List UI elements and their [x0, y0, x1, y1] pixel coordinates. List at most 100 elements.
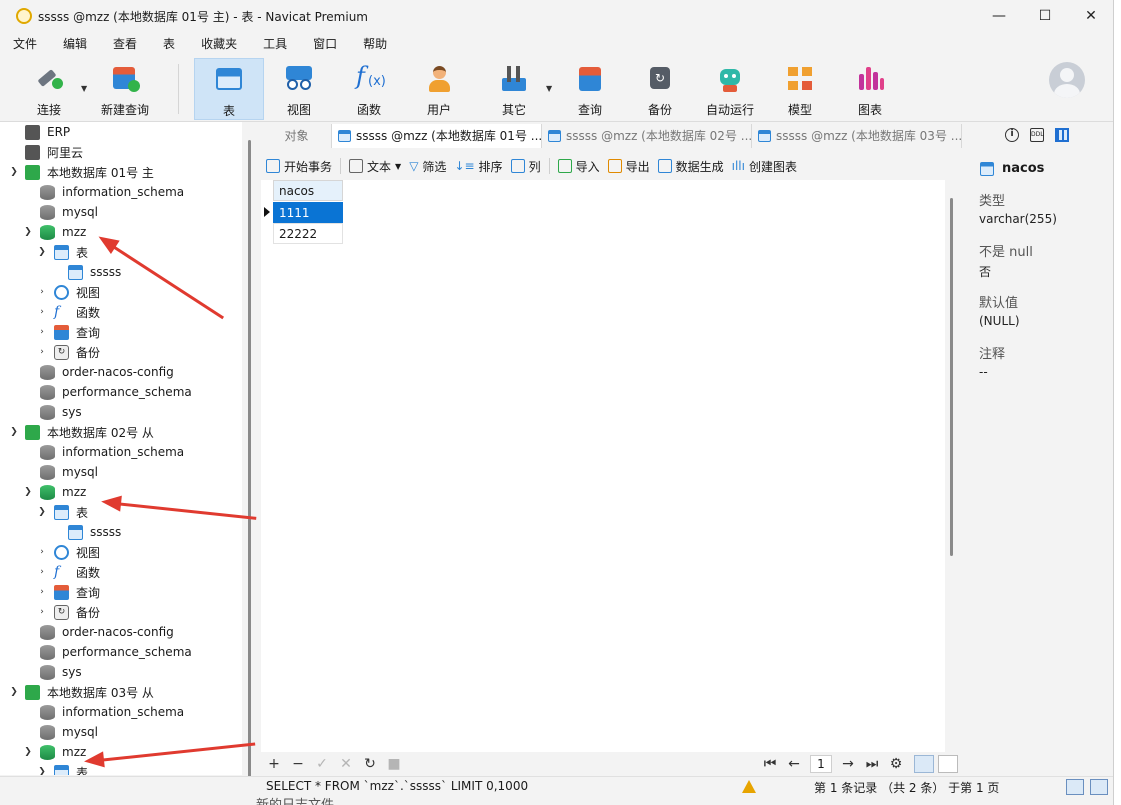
menu-edit[interactable]: 编辑	[50, 34, 100, 54]
columns-button[interactable]: 列	[507, 154, 545, 178]
data-generation-button[interactable]: 数据生成	[654, 154, 728, 178]
tree-item-performance-schema[interactable]: performance_schema	[0, 642, 242, 662]
next-page-button[interactable]: →	[836, 756, 860, 772]
refresh-button[interactable]: ↻	[358, 756, 382, 772]
chevron-down-icon[interactable]: ❯	[23, 227, 33, 237]
menu-tools[interactable]: 工具	[250, 34, 300, 54]
tree-item-table-sssss[interactable]: sssss	[0, 262, 242, 282]
tree-item-connection-03[interactable]: ❯ 本地数据库 03号 从	[0, 682, 242, 702]
last-page-button[interactable]: ⏭	[860, 756, 884, 772]
tab-sssss-02[interactable]: sssss @mzz (本地数据库 02号 ...	[542, 124, 752, 148]
apply-changes-button[interactable]: ✓	[310, 756, 334, 772]
tree-item-mysql[interactable]: mysql	[0, 462, 242, 482]
tree-item-information-schema[interactable]: information_schema	[0, 442, 242, 462]
automation-button[interactable]: 自动运行	[695, 58, 765, 120]
menu-table[interactable]: 表	[150, 34, 188, 54]
chevron-down-icon[interactable]: ❯	[9, 167, 19, 177]
tree-item-order-nacos-config[interactable]: order-nacos-config	[0, 362, 242, 382]
tree-item-aliyun[interactable]: 阿里云	[0, 142, 242, 162]
menu-window[interactable]: 窗口	[300, 34, 350, 54]
tree-item-sys[interactable]: sys	[0, 662, 242, 682]
tree-item-backups[interactable]: › ↻ 备份	[0, 342, 242, 362]
backup-button[interactable]: ↻ 备份	[625, 58, 695, 120]
view-button[interactable]: 视图	[264, 58, 334, 120]
tree-item-tables[interactable]: ❯ 表	[0, 762, 242, 775]
table-button[interactable]: 表	[194, 58, 264, 120]
menu-help[interactable]: 帮助	[350, 34, 400, 54]
previous-page-button[interactable]: ←	[782, 756, 806, 772]
tree-item-views[interactable]: › 视图	[0, 542, 242, 562]
grid-scrollbar[interactable]	[950, 198, 953, 556]
chevron-right-icon[interactable]: ›	[37, 567, 47, 577]
chevron-down-icon[interactable]: ❯	[23, 487, 33, 497]
tab-sssss-03[interactable]: sssss @mzz (本地数据库 03号 ...	[752, 124, 962, 148]
discard-changes-button[interactable]: ✕	[334, 756, 358, 772]
tree-item-performance-schema[interactable]: performance_schema	[0, 382, 242, 402]
chevron-down-icon[interactable]: ❯	[37, 767, 47, 775]
warning-icon[interactable]	[742, 780, 756, 793]
chevron-right-icon[interactable]: ›	[37, 307, 47, 317]
tree-item-mysql[interactable]: mysql	[0, 722, 242, 742]
tree-item-mysql[interactable]: mysql	[0, 202, 242, 222]
form-view-toggle[interactable]	[938, 755, 958, 773]
chevron-down-icon[interactable]: ❯	[37, 507, 47, 517]
tab-sssss-01[interactable]: sssss @mzz (本地数据库 01号 ...	[332, 124, 542, 148]
tree-item-functions[interactable]: › f 函数	[0, 562, 242, 582]
menu-favorites[interactable]: 收藏夹	[188, 34, 250, 54]
data-grid[interactable]: nacos 1111 22222	[261, 180, 945, 752]
page-number-input[interactable]: 1	[810, 755, 832, 773]
tree-item-table-sssss[interactable]: sssss	[0, 522, 242, 542]
menu-view[interactable]: 查看	[100, 34, 150, 54]
tree-item-queries[interactable]: › 查询	[0, 322, 242, 342]
chevron-down-icon[interactable]: ❯	[9, 687, 19, 697]
chart-button[interactable]: 图表	[835, 58, 905, 120]
tree-item-queries[interactable]: › 查询	[0, 582, 242, 602]
maximize-button[interactable]: ☐	[1022, 0, 1068, 32]
model-button[interactable]: 模型	[765, 58, 835, 120]
settings-button[interactable]: ⚙	[884, 756, 908, 772]
toggle-left-panel-button[interactable]	[1066, 779, 1084, 795]
tree-item-sys[interactable]: sys	[0, 402, 242, 422]
other-button[interactable]: 其它	[479, 58, 549, 120]
tree-item-mzz[interactable]: ❯ mzz	[0, 222, 242, 242]
filter-button[interactable]: ▽ 筛选	[405, 154, 450, 178]
toggle-right-panel-button[interactable]	[1090, 779, 1108, 795]
grid-view-toggle[interactable]	[914, 755, 934, 773]
chevron-right-icon[interactable]: ›	[37, 547, 47, 557]
stop-button[interactable]: ■	[382, 756, 406, 772]
user-avatar[interactable]	[1049, 62, 1085, 98]
minimize-button[interactable]: —	[976, 0, 1022, 32]
chevron-right-icon[interactable]: ›	[37, 347, 47, 357]
add-record-button[interactable]: +	[262, 756, 286, 772]
tree-item-order-nacos-config[interactable]: order-nacos-config	[0, 622, 242, 642]
chevron-down-icon[interactable]: ❯	[23, 747, 33, 757]
connect-dropdown-icon[interactable]: ▼	[81, 84, 87, 93]
export-button[interactable]: 导出	[604, 154, 654, 178]
tree-item-connection-02[interactable]: ❯ 本地数据库 02号 从	[0, 422, 242, 442]
tree-item-backups[interactable]: › ↻ 备份	[0, 602, 242, 622]
info-icon[interactable]: i	[1005, 128, 1019, 142]
tree-item-erp[interactable]: ERP	[0, 122, 242, 142]
chevron-right-icon[interactable]: ›	[37, 287, 47, 297]
ddl-icon[interactable]: DDL	[1030, 128, 1044, 142]
menu-file[interactable]: 文件	[0, 34, 50, 54]
tree-item-information-schema[interactable]: information_schema	[0, 182, 242, 202]
tree-item-connection-01[interactable]: ❯ 本地数据库 01号 主	[0, 162, 242, 182]
import-button[interactable]: 导入	[554, 154, 604, 178]
function-button[interactable]: f (x) 函数	[334, 58, 404, 120]
grid-cell[interactable]: 22222	[273, 223, 343, 244]
grid-cell[interactable]: 1111	[273, 202, 343, 223]
chevron-right-icon[interactable]: ›	[37, 607, 47, 617]
grid-icon[interactable]	[1055, 128, 1069, 142]
sort-button[interactable]: ↓≡ 排序	[450, 154, 506, 178]
query-button[interactable]: 查询	[555, 58, 625, 120]
chevron-down-icon[interactable]: ❯	[37, 247, 47, 257]
text-button[interactable]: 文本 ▼	[345, 154, 405, 178]
tree-item-views[interactable]: › 视图	[0, 282, 242, 302]
close-button[interactable]: ✕	[1068, 0, 1113, 32]
other-dropdown-icon[interactable]: ▼	[546, 84, 552, 93]
connect-button[interactable]: 连接	[14, 58, 84, 120]
begin-transaction-button[interactable]: 开始事务	[262, 154, 336, 178]
first-page-button[interactable]: ⏮	[758, 756, 782, 772]
user-button[interactable]: 用户	[404, 58, 474, 120]
